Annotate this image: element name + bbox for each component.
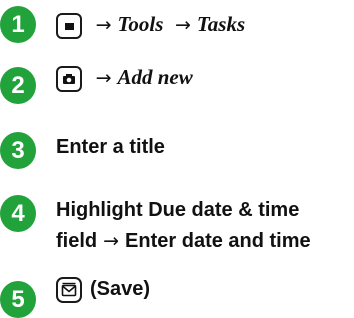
step-number-badge: 1 — [0, 6, 36, 43]
mail-key-icon — [56, 276, 82, 303]
arrow-icon: → — [95, 14, 112, 36]
step-number-badge: 3 — [0, 132, 36, 169]
arrow-icon: → — [95, 67, 112, 89]
step-instruction: (Save) — [56, 276, 150, 303]
step-number-badge: 4 — [0, 195, 36, 232]
arrow-icon: → — [103, 230, 120, 252]
step-instruction: → Add new — [56, 64, 193, 92]
arrow-icon: → — [174, 14, 191, 36]
camera-key-icon — [56, 65, 82, 92]
step-number-badge: 5 — [0, 281, 36, 318]
menu-item-tools: Tools — [117, 12, 164, 36]
step-instruction-line-1: Highlight Due date & time — [56, 199, 300, 221]
enter-date-time-text: Enter date and time — [125, 230, 311, 252]
menu-item-add-new: Add new — [117, 65, 193, 89]
step-instruction: Enter a title — [56, 136, 165, 158]
menu-item-tasks: Tasks — [196, 12, 246, 36]
step-number-badge: 2 — [0, 67, 36, 104]
step-instruction: → Tools → Tasks — [56, 11, 245, 39]
step-instruction-line-2: field → Enter date and time — [56, 228, 311, 254]
field-label: field — [56, 230, 98, 252]
save-label: (Save) — [90, 278, 151, 300]
menu-key-icon — [56, 12, 82, 39]
